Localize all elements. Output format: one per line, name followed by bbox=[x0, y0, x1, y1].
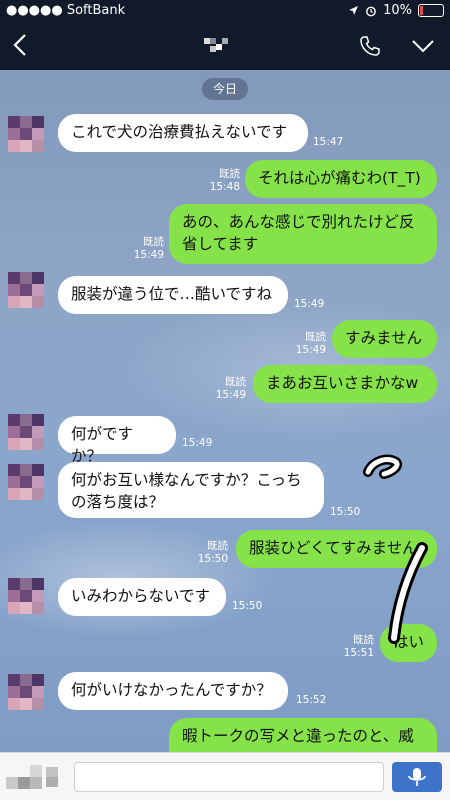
read-receipt: 既読 bbox=[207, 540, 228, 552]
message-text: あの、あんな感じで別れたけど反省してます bbox=[182, 213, 415, 253]
incoming-message[interactable]: 服装が違う位で…酷いですね bbox=[58, 276, 288, 314]
message-time: 15:49 bbox=[215, 389, 246, 401]
outgoing-message[interactable]: すみません bbox=[332, 320, 437, 358]
read-receipt: 既読 bbox=[219, 168, 240, 180]
read-receipt: 既読 bbox=[225, 376, 246, 388]
message-time: 15:48 bbox=[209, 181, 240, 193]
incoming-message[interactable]: いみわからないです bbox=[58, 578, 226, 616]
read-receipt: 既読 bbox=[305, 331, 326, 343]
outgoing-message[interactable]: あの、あんな感じで別れたけど反省してます bbox=[169, 204, 437, 264]
message-text: 何がお互い様なんですか？こっちの落ち度は？ bbox=[71, 471, 302, 511]
attachment-menu-icon[interactable] bbox=[6, 765, 66, 789]
message-input[interactable] bbox=[74, 762, 384, 792]
battery-percent: 10% bbox=[383, 3, 412, 18]
alarm-clock-icon bbox=[366, 6, 376, 16]
outgoing-message[interactable]: はい bbox=[380, 624, 437, 662]
chat-screen: ●●●●● SoftBank 10% 今日 これで犬の治療費払えないです 15:… bbox=[0, 0, 450, 800]
message-time: 15:50 bbox=[330, 506, 361, 518]
incoming-message[interactable]: 何がですか？ bbox=[58, 416, 176, 465]
carrier-label: ●●●●● SoftBank bbox=[6, 3, 126, 18]
status-bar: ●●●●● SoftBank 10% bbox=[0, 0, 450, 22]
avatar[interactable] bbox=[8, 464, 44, 500]
outgoing-message[interactable]: まあお互いさまかなw bbox=[253, 365, 437, 403]
incoming-message[interactable]: これで犬の治療費払えないです bbox=[58, 114, 308, 152]
incoming-message[interactable]: 何がお互い様なんですか？こっちの落ち度は？ bbox=[58, 462, 324, 518]
message-text: 何がいけなかったんですか？ bbox=[71, 681, 272, 699]
message-time: 15:49 bbox=[295, 344, 326, 356]
avatar[interactable] bbox=[8, 578, 44, 614]
message-input-bar bbox=[0, 752, 450, 800]
outgoing-message[interactable]: 服装ひどくてすみません bbox=[236, 530, 437, 568]
message-time: 15:50 bbox=[197, 553, 228, 565]
chat-title-redacted bbox=[204, 38, 228, 52]
message-text: いみわからないです bbox=[71, 587, 211, 605]
message-time: 15:50 bbox=[232, 600, 263, 612]
message-time: 15:51 bbox=[343, 647, 374, 659]
date-separator: 今日 bbox=[202, 78, 248, 100]
back-chevron-icon[interactable] bbox=[10, 32, 32, 58]
read-receipt: 既読 bbox=[143, 236, 164, 248]
message-text: 暇トークの写メと違ったのと、威 bbox=[182, 727, 414, 745]
status-right: 10% bbox=[348, 3, 444, 18]
message-text: それは心が痛むわ(T_T) bbox=[258, 169, 421, 187]
battery-icon bbox=[418, 4, 444, 17]
message-time: 15:47 bbox=[313, 136, 344, 148]
message-time: 15:52 bbox=[296, 694, 327, 706]
chat-header bbox=[0, 22, 450, 70]
microphone-icon bbox=[408, 768, 426, 786]
message-text: 服装ひどくてすみません bbox=[249, 539, 418, 557]
message-text: はい bbox=[393, 633, 425, 651]
message-time: 15:49 bbox=[294, 298, 325, 310]
message-text: 何がですか？ bbox=[71, 425, 134, 465]
avatar[interactable] bbox=[8, 116, 44, 152]
message-time: 15:49 bbox=[133, 249, 164, 261]
message-text: まあお互いさまかなw bbox=[266, 374, 419, 392]
message-text: 服装が違う位で…酷いですね bbox=[71, 285, 273, 303]
avatar[interactable] bbox=[8, 674, 44, 710]
chevron-down-icon[interactable] bbox=[410, 37, 436, 55]
outgoing-message[interactable]: それは心が痛むわ(T_T) bbox=[245, 160, 437, 198]
location-arrow-icon bbox=[349, 6, 359, 15]
incoming-message[interactable]: 何がいけなかったんですか？ bbox=[58, 672, 288, 710]
message-text: すみません bbox=[345, 329, 423, 347]
read-receipt: 既読 bbox=[353, 634, 374, 646]
avatar[interactable] bbox=[8, 272, 44, 308]
avatar[interactable] bbox=[8, 414, 44, 450]
voice-button[interactable] bbox=[392, 762, 442, 792]
message-time: 15:49 bbox=[182, 437, 213, 449]
message-text: これで犬の治療費払えないです bbox=[71, 123, 288, 141]
phone-icon[interactable] bbox=[358, 34, 382, 58]
